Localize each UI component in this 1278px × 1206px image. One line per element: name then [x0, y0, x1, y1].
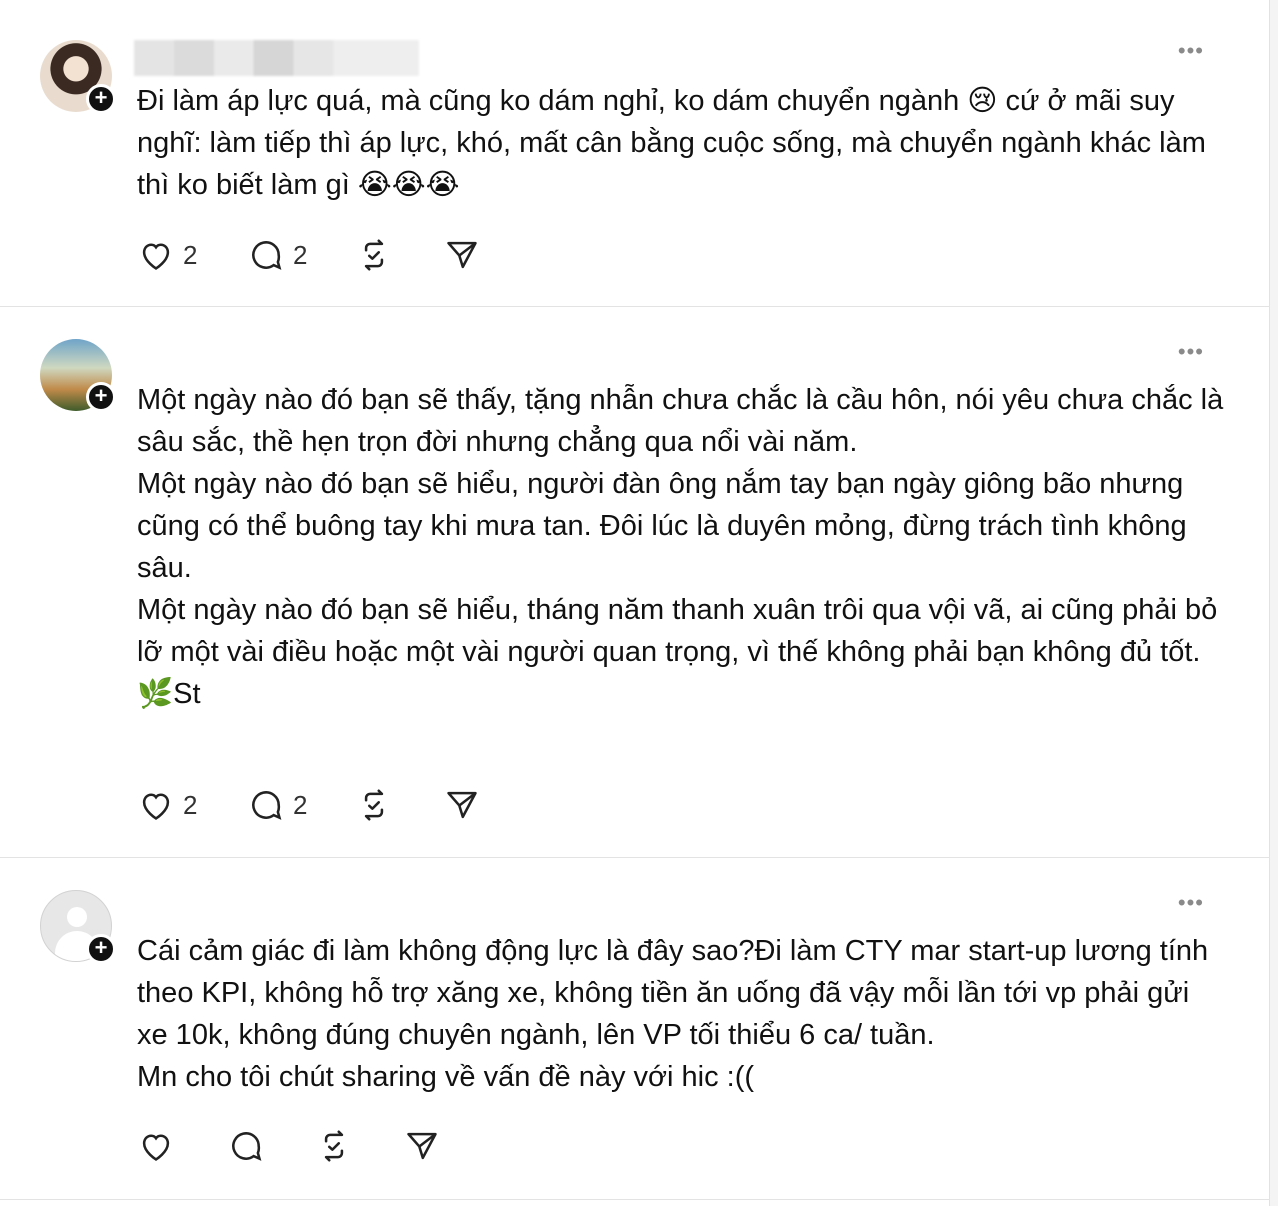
post-text: Đi làm áp lực quá, mà cũng ko dám nghỉ, … [137, 85, 1214, 201]
thread-post: + ••• Đi làm áp lực quá, mà cũng ko dám … [0, 0, 1270, 307]
heart-icon [142, 793, 170, 820]
send-icon [447, 241, 477, 269]
like-count: 2 [183, 789, 198, 820]
comment-button[interactable]: 2 [247, 785, 307, 825]
send-icon [407, 1132, 437, 1160]
repost-icon [364, 239, 384, 271]
comment-bubble-icon [252, 241, 282, 270]
comment-bubble-icon [252, 791, 282, 820]
more-dots-icon[interactable]: ••• [1178, 890, 1204, 916]
share-button[interactable] [403, 1126, 441, 1166]
repost-button[interactable] [315, 1126, 353, 1166]
scrollbar-track[interactable] [1270, 0, 1278, 1206]
follow-plus-icon[interactable]: + [86, 934, 116, 964]
more-dots-icon[interactable]: ••• [1178, 38, 1204, 64]
send-icon [447, 791, 477, 819]
like-button[interactable] [137, 1126, 175, 1166]
like-button[interactable]: 2 [137, 235, 197, 275]
comment-bubble-icon [232, 1132, 262, 1161]
repost-button[interactable] [355, 235, 393, 275]
comment-count: 2 [293, 789, 308, 820]
share-button[interactable] [443, 235, 481, 275]
more-dots-icon[interactable]: ••• [1178, 339, 1204, 365]
post-text: Một ngày nào đó bạn sẽ thấy, tặng nhẫn c… [137, 384, 1224, 710]
thread-post: + ••• Một ngày nào đó bạn sẽ thấy, tặng … [0, 307, 1270, 858]
username-blurred [134, 40, 419, 76]
avatar-placeholder-head [67, 907, 87, 927]
repost-button[interactable] [355, 785, 393, 825]
comment-button[interactable]: 2 [247, 235, 307, 275]
repost-icon [324, 1130, 344, 1162]
feed: + ••• Đi làm áp lực quá, mà cũng ko dám … [0, 0, 1270, 1206]
like-count: 2 [183, 239, 198, 270]
post-text: Cái cảm giác đi làm không động lực là đâ… [137, 935, 1209, 1093]
comment-count: 2 [293, 239, 308, 270]
heart-icon [142, 243, 170, 270]
like-button[interactable]: 2 [137, 785, 197, 825]
follow-plus-icon[interactable]: + [86, 382, 116, 412]
repost-icon [364, 789, 384, 821]
share-button[interactable] [443, 785, 481, 825]
thread-post: + ••• Cái cảm giác đi làm không động lực… [0, 858, 1270, 1200]
heart-icon [142, 1134, 170, 1161]
comment-button[interactable] [227, 1126, 265, 1166]
follow-plus-icon[interactable]: + [86, 84, 116, 114]
